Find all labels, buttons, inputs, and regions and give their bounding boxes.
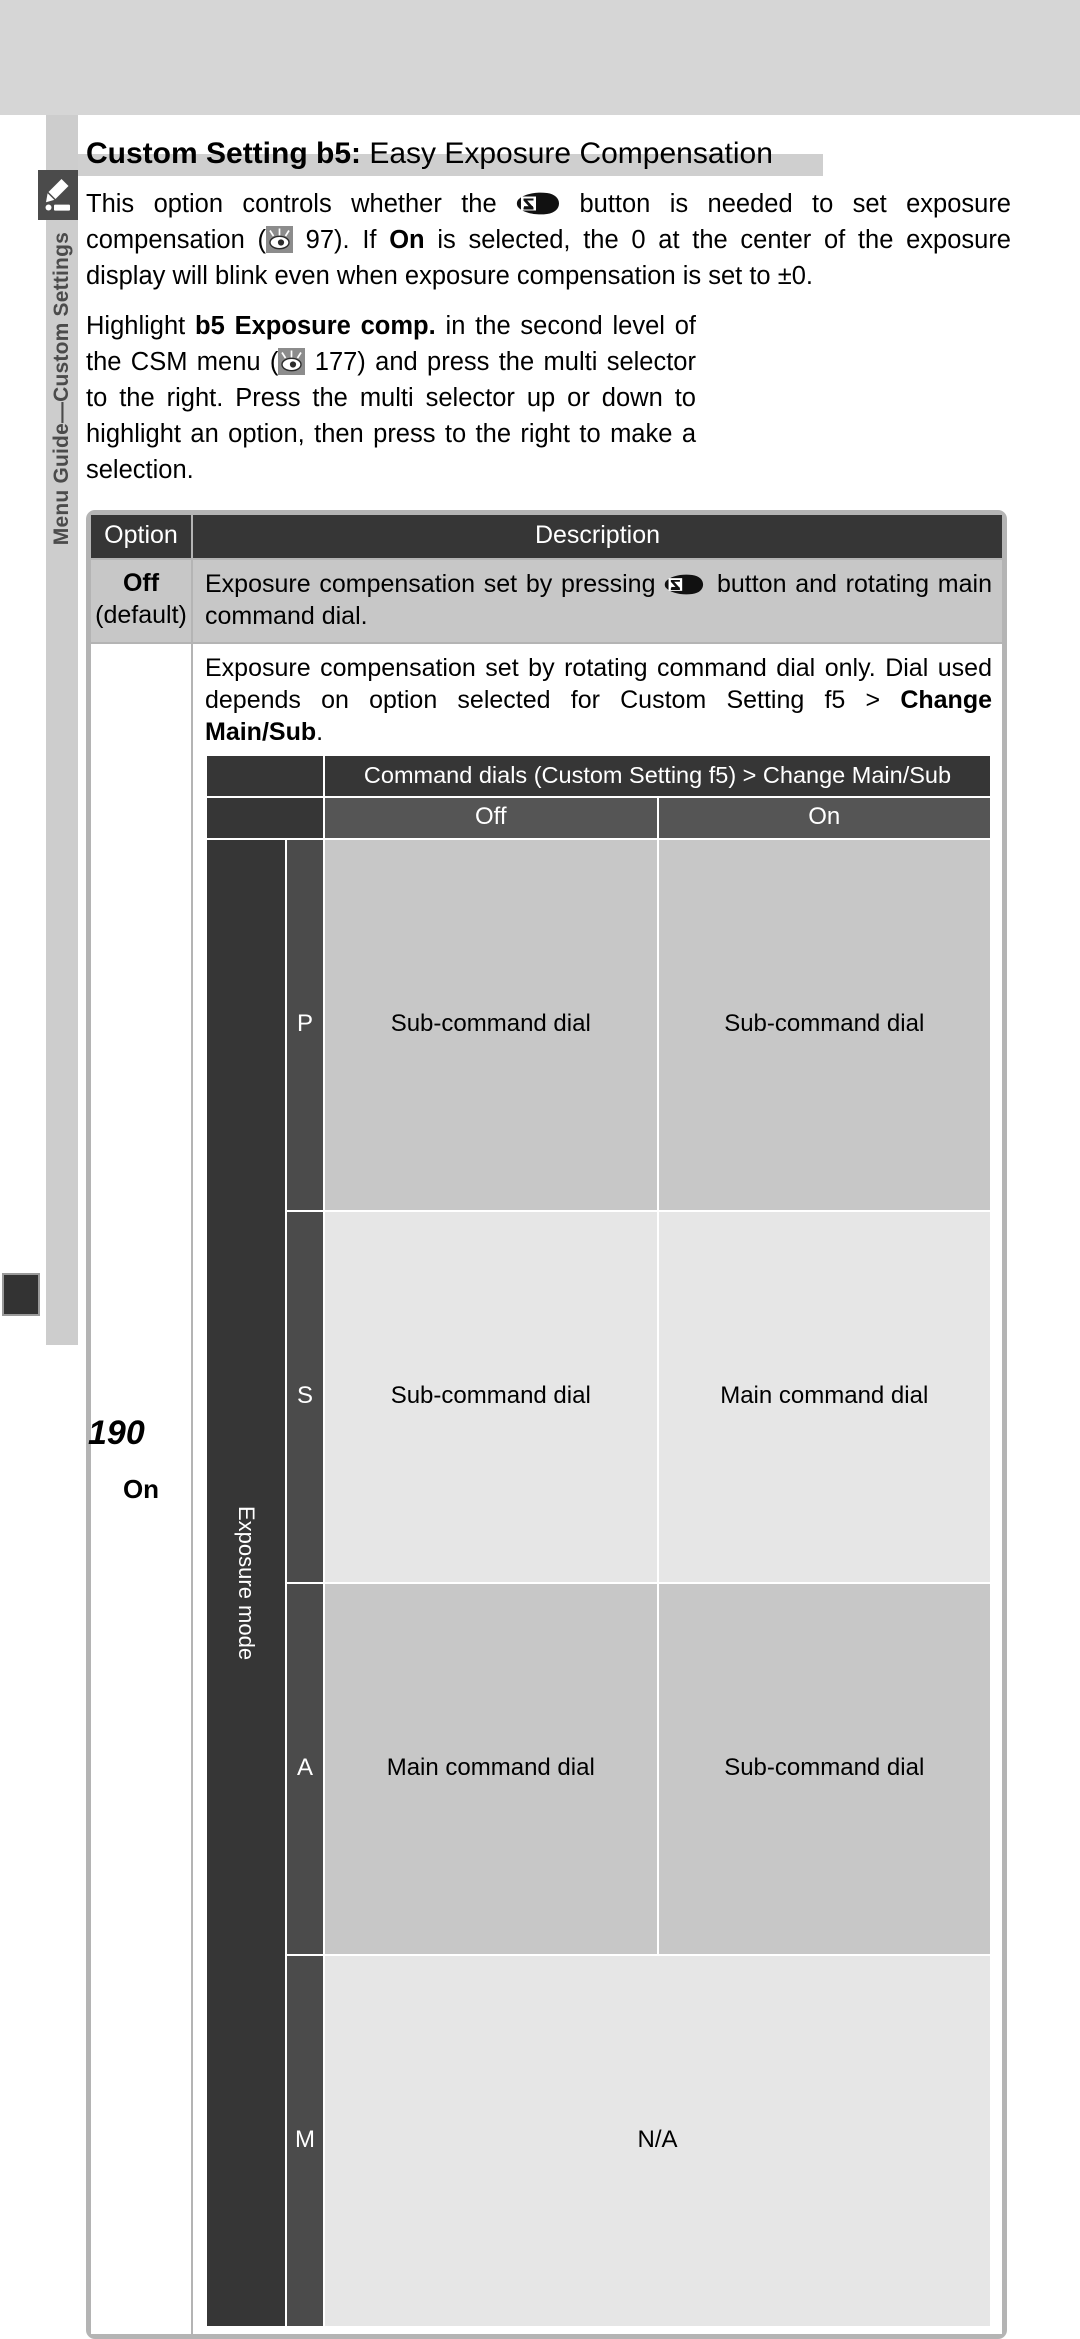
intro-text-1: This option controls whether the: [86, 190, 516, 218]
see-also-eye-icon: [278, 348, 305, 375]
mode-badge-m: M: [287, 1956, 323, 2326]
page-number: 190: [88, 1414, 145, 1453]
cell-s-on: Main command dial: [659, 1212, 991, 1582]
exposure-mode-text: Exposure mode: [234, 1506, 258, 1660]
nested-column-header-off: Off: [325, 798, 657, 838]
nested-title-row: Command dials (Custom Setting f5) > Chan…: [207, 756, 990, 796]
intro-paragraph: This option controls whether the button …: [86, 186, 1011, 294]
cell-s-off: Sub-command dial: [325, 1212, 657, 1582]
command-dials-table: Command dials (Custom Setting f5) > Chan…: [205, 754, 992, 2328]
nested-title: Command dials (Custom Setting f5) > Chan…: [325, 756, 990, 796]
cell-p-on: Sub-command dial: [659, 840, 991, 1210]
nested-corner-cell: [207, 756, 323, 796]
nested-row-s: S Sub-command dial Main command dial: [207, 1212, 990, 1582]
page-content: Custom Setting b5: Easy Exposure Compens…: [86, 136, 1011, 2339]
see-also-eye-icon: [266, 226, 293, 253]
desc-off-text-1: Exposure compensation set by pressing: [205, 570, 664, 598]
nested-subheader-row: Off On: [207, 798, 990, 838]
option-cell-on: On: [91, 644, 191, 2334]
description-on-text: Exposure compensation set by rotating co…: [205, 652, 992, 748]
nested-row-p: Exposure mode P Sub-command dial Sub-com…: [207, 840, 990, 1210]
nested-row-a: A Main command dial Sub-command dial: [207, 1584, 990, 1954]
side-tab-label-text: Menu Guide—Custom Settings: [50, 232, 74, 545]
column-header-description: Description: [193, 515, 1002, 558]
exposure-mode-group-label: Exposure mode: [207, 840, 285, 2326]
nested-row-m: M N/A: [207, 1956, 990, 2326]
page-top-band: [0, 0, 1080, 115]
page-title-bold: Custom Setting b5:: [86, 137, 361, 170]
exposure-compensation-button-icon: [664, 572, 708, 597]
intro-bold-on: On: [389, 226, 424, 254]
options-table: Option Description Off (default) Exposur…: [86, 510, 1007, 2339]
mode-badge-s: S: [287, 1212, 323, 1582]
cell-p-off: Sub-command dial: [325, 840, 657, 1210]
cell-m-na: N/A: [325, 1956, 990, 2326]
instructions-text-1: Highlight: [86, 312, 195, 340]
intro-text-3: 97). If: [293, 226, 389, 254]
nested-corner-cell-2: [207, 798, 323, 838]
pencil-note-icon: [38, 170, 78, 220]
instructions-bold-setting: b5 Exposure comp.: [195, 312, 436, 340]
mode-badge-p: P: [287, 840, 323, 1210]
side-tab-label: Menu Guide—Custom Settings: [46, 232, 78, 612]
instructions-paragraph: Highlight b5 Exposure comp. in the secon…: [86, 308, 696, 488]
mode-badge-a: A: [287, 1584, 323, 1954]
nested-column-header-on: On: [659, 798, 991, 838]
table-header-row: Option Description: [91, 515, 1002, 558]
exposure-compensation-button-icon: [516, 190, 560, 215]
table-row: Off (default) Exposure compensation set …: [91, 560, 1002, 642]
table-row: On Exposure compensation set by rotating…: [91, 644, 1002, 2334]
option-label-off: Off: [93, 567, 189, 599]
page-edge-tab-marker: [2, 1273, 40, 1316]
page-title: Custom Setting b5: Easy Exposure Compens…: [86, 136, 1011, 176]
column-header-option: Option: [91, 515, 191, 558]
desc-on-text-2: .: [316, 718, 323, 746]
description-cell-on: Exposure compensation set by rotating co…: [193, 644, 1002, 2334]
option-cell-off: Off (default): [91, 560, 191, 642]
description-cell-off: Exposure compensation set by pressing bu…: [193, 560, 1002, 642]
cell-a-on: Sub-command dial: [659, 1584, 991, 1954]
page-title-rest: Easy Exposure Compensation: [361, 137, 773, 170]
desc-on-text-1: Exposure compensation set by rotating co…: [205, 654, 992, 714]
cell-a-off: Main command dial: [325, 1584, 657, 1954]
option-default-note: (default): [93, 599, 189, 631]
